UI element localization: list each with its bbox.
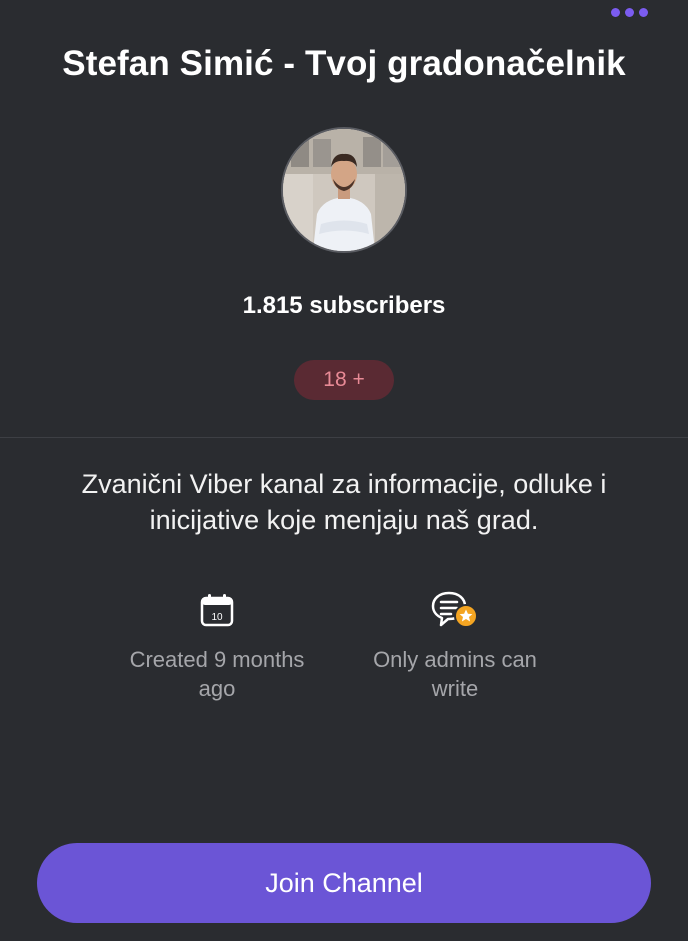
admins-label: Only admins can write — [373, 647, 537, 701]
created-label: Created 9 months ago — [129, 647, 305, 701]
more-dots-icon — [625, 8, 634, 17]
channel-avatar[interactable] — [281, 127, 407, 253]
age-restriction-badge: 18 + — [294, 360, 394, 400]
calendar-day: 10 — [211, 612, 223, 623]
more-dots-icon — [639, 8, 648, 17]
calendar-icon: 10 — [117, 590, 317, 630]
channel-title: Stefan Simić - Tvoj gradonačelnik — [62, 44, 626, 83]
channel-description: Zvanični Viber kanal za informacije, odl… — [81, 469, 607, 535]
more-options-button[interactable] — [611, 8, 648, 17]
admins-info: Only admins can write — [355, 590, 555, 703]
more-dots-icon — [611, 8, 620, 17]
created-info: 10 Created 9 months ago — [117, 590, 317, 703]
chat-star-icon — [355, 590, 555, 630]
divider — [0, 437, 688, 438]
join-channel-button[interactable]: Join Channel — [37, 843, 651, 923]
subscriber-count: 1.815 subscribers — [242, 292, 446, 319]
